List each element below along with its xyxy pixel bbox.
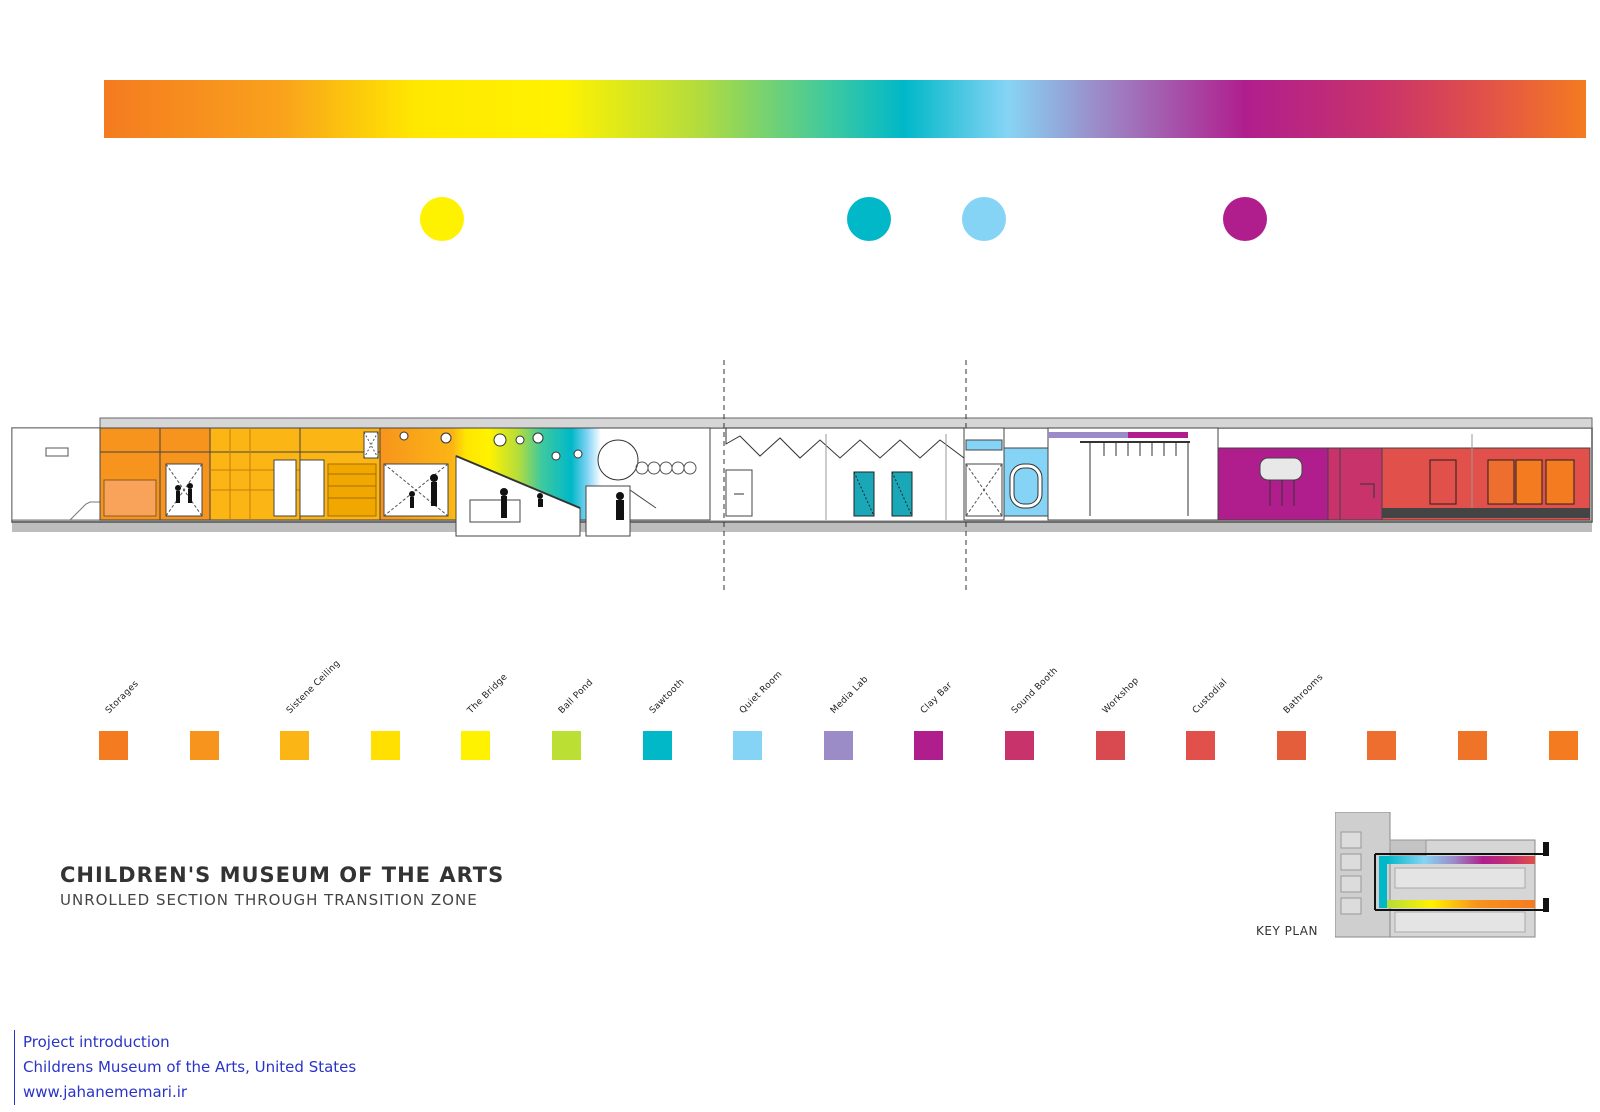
room-label: Bathrooms: [1281, 672, 1326, 716]
room-swatch: [1277, 731, 1306, 760]
room-swatch: [190, 731, 219, 760]
color-spectrum-bar: [104, 80, 1586, 138]
page-subtitle: UNROLLED SECTION THROUGH TRANSITION ZONE: [60, 891, 478, 909]
key-plan-diagram: [1335, 812, 1549, 938]
room-label: Sistene Ceiling: [284, 658, 343, 716]
room-swatch: [1367, 731, 1396, 760]
credit-line-intro: Project introduction: [23, 1033, 170, 1051]
highlight-dot: [420, 197, 464, 241]
unrolled-section-drawing: [11, 360, 1593, 590]
room-label: Quiet Room: [737, 669, 785, 716]
room-swatch: [461, 731, 490, 760]
room-swatch: [1096, 731, 1125, 760]
room-swatch: [643, 731, 672, 760]
title-block: CHILDREN'S MUSEUM OF THE ARTS UNROLLED S…: [60, 862, 504, 910]
ceiling-line: [99, 417, 1593, 429]
source-credits: Project introduction Childrens Museum of…: [14, 1030, 356, 1105]
room-label: Storages: [103, 679, 141, 716]
room-label: Sawtooth: [647, 677, 687, 716]
room-swatch: [99, 731, 128, 760]
room-swatch: [1458, 731, 1487, 760]
credit-line-project: Childrens Museum of the Arts, United Sta…: [23, 1058, 357, 1076]
room-swatch: [914, 731, 943, 760]
page-title: CHILDREN'S MUSEUM OF THE ARTS: [60, 863, 505, 887]
room-swatch: [280, 731, 309, 760]
room-swatch: [824, 731, 853, 760]
room-label: Workshop: [1100, 675, 1142, 716]
highlight-dot: [847, 197, 891, 241]
room-label: Media Lab: [828, 674, 871, 716]
poster-sheet: Storages Sistene Ceiling The Bridge Ball Po…: [0, 0, 1600, 965]
room-swatch: [1186, 731, 1215, 760]
highlight-dot: [962, 197, 1006, 241]
room-swatch: [733, 731, 762, 760]
room-label: Clay Bar: [918, 680, 955, 716]
room-swatch: [371, 731, 400, 760]
sawtooth-ceiling: [725, 427, 965, 459]
room-swatch: [552, 731, 581, 760]
entry-zone: [11, 427, 101, 521]
room-label: Sound Booth: [1009, 665, 1061, 716]
room-label: The Bridge: [465, 672, 510, 716]
credit-line-website[interactable]: www.jahanememari.ir: [23, 1080, 356, 1105]
key-plan-label: KEY PLAN: [1256, 924, 1318, 938]
room-swatch: [1005, 731, 1034, 760]
room-label: Custodial: [1190, 677, 1230, 716]
room-swatch: [1549, 731, 1578, 760]
room-label: Ball Pond: [556, 677, 596, 716]
highlight-dot: [1223, 197, 1267, 241]
